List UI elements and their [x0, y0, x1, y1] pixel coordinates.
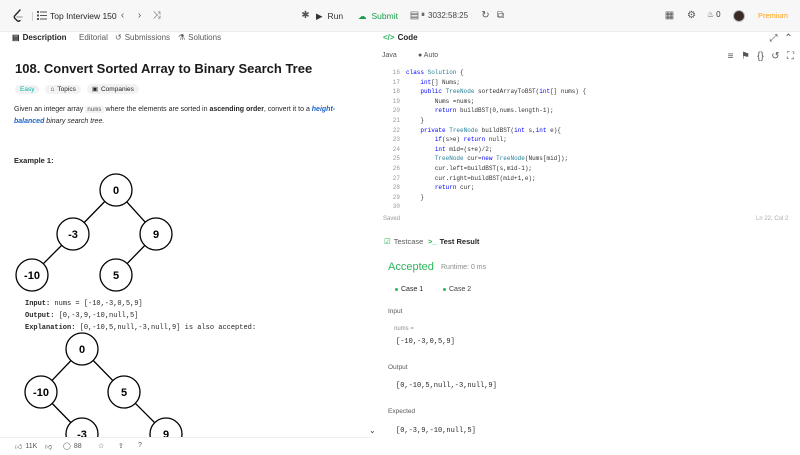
upload-icon: ☁ — [358, 10, 367, 21]
bookmark-icon[interactable]: ⚑ — [740, 51, 751, 62]
description-footer: 👍︎ 11K 👎︎ ◯ 88 ☆ ⇪ ? — [0, 437, 370, 455]
expected-value: [0,-3,9,-10,null,5] — [396, 427, 476, 435]
comments-button[interactable]: ◯ 88 — [63, 442, 82, 451]
favorite-button[interactable]: ☆ — [98, 442, 104, 450]
output-label: Output — [388, 364, 408, 371]
shuffle-icon[interactable]: ⤨ — [151, 10, 162, 21]
case-1-tab[interactable]: Case 1 — [395, 286, 423, 293]
leetcode-logo-icon[interactable] — [12, 9, 24, 23]
example-explanation: Explanation: [0,-10,5,null,-3,null,9] is… — [25, 324, 257, 332]
help-button[interactable]: ? — [138, 442, 142, 449]
pause-icon: ⏸ — [421, 10, 425, 19]
timer-value: 3032:58:25 — [428, 10, 469, 20]
streak-counter[interactable]: ♨ 0 — [707, 10, 721, 19]
tree-node-label: 0 — [113, 185, 119, 197]
tree-node-label: 0 — [79, 344, 85, 356]
result-status: Accepted — [388, 261, 434, 273]
code-tab[interactable]: </> Code — [383, 33, 418, 42]
tree-node-label: -3 — [68, 229, 78, 241]
run-label: Run — [327, 11, 344, 21]
reset-timer-icon[interactable]: ↻ — [480, 10, 491, 21]
pass-dot-icon — [443, 288, 446, 291]
like-button[interactable]: 👍︎ 11K — [15, 442, 37, 451]
submit-label: Submit — [371, 11, 398, 21]
more-icon[interactable]: ⧉ — [495, 10, 506, 21]
cursor-position: Ln 22, Col 2 — [756, 216, 789, 222]
runtime-value: Runtime: 0 ms — [441, 264, 487, 271]
code-header: </> Code ⤢ ⌃ — [378, 32, 800, 46]
input-param: nums = — [394, 326, 414, 332]
notes-icon[interactable]: ▤ — [409, 10, 420, 21]
tree-node-label: -10 — [24, 270, 40, 282]
reset-code-icon[interactable]: ↺ — [770, 51, 781, 62]
tree-node-label: -3 — [77, 429, 87, 437]
language-select[interactable]: Java — [382, 52, 397, 59]
braces-icon[interactable]: {} — [755, 51, 766, 62]
share-icon: ⇪ — [118, 443, 124, 450]
scroll-caret-icon[interactable]: ⌄ — [369, 426, 376, 435]
thumbs-up-icon: 👍︎ — [15, 444, 23, 451]
streak-value: 0 — [716, 10, 721, 19]
input-label: Input — [388, 308, 403, 315]
timer[interactable]: ⏸ 3032:58:25 — [421, 10, 468, 20]
chevron-left-icon[interactable]: ‹ — [117, 10, 128, 21]
code-editor[interactable]: class Solution { int[] Nums; public Tree… — [406, 68, 586, 212]
run-button[interactable]: ▶ Run — [316, 9, 343, 23]
example-tree-diagrams: 0 -3 9 -10 5 0 -10 5 -3 9 — [15, 173, 183, 437]
top-navbar: Top Interview 150 ‹ › ⤨ ✱ ▶ Run ☁ Submit… — [0, 0, 800, 32]
collapse-icon[interactable]: ⌃ — [783, 33, 794, 44]
tree-node-label: 5 — [121, 387, 127, 399]
tree-node-label: -10 — [33, 387, 49, 399]
star-icon: ☆ — [98, 443, 105, 450]
play-icon: ▶ — [316, 10, 323, 21]
dislike-button[interactable]: 👎︎ — [45, 442, 52, 451]
fire-icon: ♨ — [707, 10, 715, 19]
tree-node-label: 9 — [153, 229, 159, 241]
chevron-right-icon[interactable]: › — [134, 10, 145, 21]
auto-mode-toggle[interactable]: ● Auto — [418, 52, 438, 59]
avatar[interactable] — [733, 10, 745, 22]
submit-button[interactable]: ☁ Submit — [358, 9, 398, 23]
output-value: [0,-10,5,null,-3,null,9] — [396, 382, 497, 390]
expand-icon[interactable]: ⤢ — [768, 33, 779, 44]
saved-status: Saved — [383, 216, 401, 222]
layout-icon[interactable]: ▦ — [664, 10, 675, 21]
fullscreen-icon[interactable]: ⛶ — [785, 51, 796, 62]
test-result-panel: ☑ Testcase >_ Test Result Accepted Runti… — [378, 231, 800, 455]
terminal-icon: >_ — [428, 237, 437, 246]
checkbox-icon: ☑ — [384, 237, 391, 246]
problem-list-title[interactable]: Top Interview 150 — [50, 11, 117, 21]
tab-testcase[interactable]: ☑ Testcase — [384, 237, 423, 246]
help-icon: ? — [138, 442, 142, 449]
tab-test-result[interactable]: >_ Test Result — [428, 237, 479, 246]
settings-gear-icon[interactable]: ⚙ — [686, 10, 697, 21]
description-panel: ▤ Description Editorial ↺ Submissions ⚗ … — [0, 32, 370, 437]
pass-dot-icon — [395, 288, 398, 291]
line-number-gutter: 16 17 18 19 20 21 22 23 24 25 26 27 28 2… — [392, 69, 400, 211]
code-toolbar: Java ● Auto ≡ ⚑ {} ↺ ⛶ — [378, 51, 800, 63]
comment-icon: ◯ — [63, 443, 71, 450]
share-button[interactable]: ⇪ — [118, 442, 124, 450]
example-input: Input: nums = [-10,-3,0,5,9] — [25, 300, 143, 308]
format-icon[interactable]: ≡ — [725, 51, 736, 62]
case-2-tab[interactable]: Case 2 — [443, 286, 471, 293]
expected-label: Expected — [388, 408, 416, 415]
tree-node-label: 5 — [113, 270, 119, 282]
tree-node-label: 9 — [163, 429, 169, 437]
code-editor-panel: </> Code ⤢ ⌃ Java ● Auto ≡ ⚑ {} ↺ ⛶ 16 1… — [378, 32, 800, 222]
debug-icon[interactable]: ✱ — [300, 10, 311, 21]
thumbs-down-icon: 👎︎ — [45, 444, 53, 451]
premium-link[interactable]: Premium — [758, 11, 788, 20]
divider — [32, 12, 33, 21]
problem-list-icon[interactable] — [37, 11, 47, 20]
code-brackets-icon: </> — [383, 33, 395, 42]
input-value: [-10,-3,0,5,9] — [396, 338, 455, 346]
example-output: Output: [0,-3,9,-10,null,5] — [25, 312, 139, 320]
